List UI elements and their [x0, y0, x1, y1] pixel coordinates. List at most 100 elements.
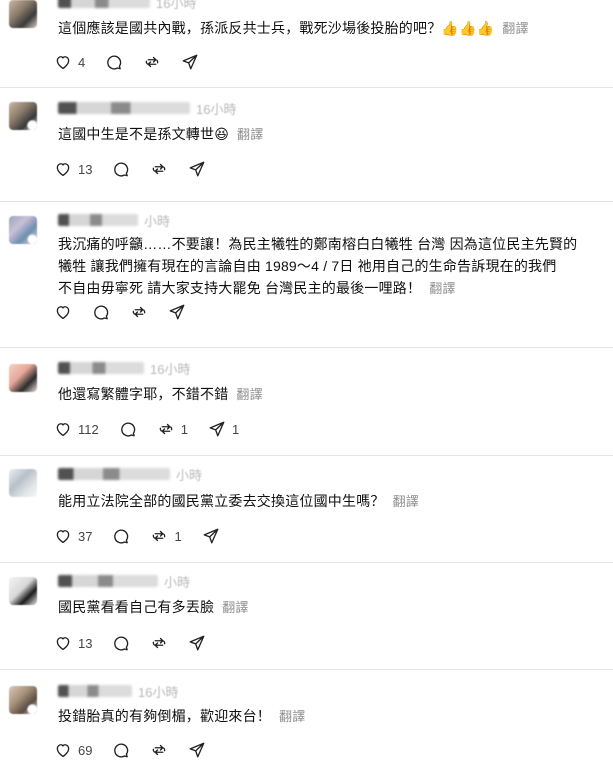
- timestamp: 小時: [176, 467, 203, 483]
- like-count: 13: [78, 635, 93, 651]
- follow-plus-icon[interactable]: [27, 234, 37, 244]
- share-button[interactable]: [202, 527, 220, 545]
- repost-count: 1: [174, 528, 182, 544]
- heart-icon: [56, 56, 70, 70]
- repost-icon: [153, 637, 166, 649]
- timestamp: 小時: [144, 213, 171, 229]
- reply-button[interactable]: [112, 527, 130, 545]
- translate-link[interactable]: 翻譯: [222, 600, 248, 615]
- action-bar: 4: [54, 51, 219, 73]
- like-count: 13: [78, 161, 93, 177]
- repost-icon: [153, 744, 166, 756]
- action-bar: 37 1: [54, 525, 240, 547]
- repost-button[interactable]: [143, 53, 161, 71]
- repost-button[interactable]: [130, 303, 148, 321]
- heart-icon: [56, 637, 70, 651]
- like-button[interactable]: 37: [54, 527, 92, 545]
- send-icon: [209, 421, 225, 437]
- username-redacted[interactable]: [58, 362, 144, 374]
- share-button[interactable]: [181, 53, 199, 71]
- timestamp: 16小時: [150, 361, 191, 377]
- like-button[interactable]: [54, 303, 72, 321]
- send-icon: [182, 54, 198, 70]
- reply-button[interactable]: [105, 53, 123, 71]
- username-redacted[interactable]: [58, 0, 150, 8]
- avatar[interactable]: [9, 216, 37, 244]
- comment-item: 小時 國民黨看看自己有多丟臉 翻譯 13: [0, 563, 613, 670]
- heart-icon: [56, 306, 70, 320]
- avatar[interactable]: [9, 102, 37, 130]
- translate-link[interactable]: 翻譯: [393, 494, 419, 509]
- repost-count: 1: [180, 421, 188, 437]
- repost-button[interactable]: [150, 741, 168, 759]
- comment-body: 投錯胎真的有夠倒楣，歡迎來台！: [58, 708, 271, 724]
- action-bar: 112 1 1: [54, 418, 259, 440]
- share-button[interactable]: [188, 741, 206, 759]
- repost-icon: [153, 163, 166, 175]
- username-redacted[interactable]: [58, 575, 158, 587]
- translate-link[interactable]: 翻譯: [237, 127, 263, 142]
- action-bar: 13: [54, 632, 226, 654]
- username-redacted[interactable]: [58, 685, 132, 697]
- like-button[interactable]: 13: [54, 634, 92, 652]
- comment-text: 國民黨看看自己有多丟臉 翻譯: [58, 596, 599, 619]
- reply-button[interactable]: [112, 634, 130, 652]
- translate-link[interactable]: 翻譯: [502, 21, 528, 36]
- comment-meta: 16小時: [58, 683, 178, 700]
- comment-icon: [94, 305, 109, 320]
- username-redacted[interactable]: [58, 468, 170, 480]
- comment-item: 16小時 這國中生是不是孫文轉世😆 翻譯 13: [0, 88, 613, 202]
- username-redacted[interactable]: [58, 102, 190, 114]
- comment-text: 投錯胎真的有夠倒楣，歡迎來台！ 翻譯: [58, 705, 599, 728]
- avatar[interactable]: [9, 0, 37, 28]
- comment-text: 能用立法院全部的國民黨立委去交換這位國中生嗎？ 翻譯: [58, 490, 599, 513]
- like-button[interactable]: 13: [54, 160, 92, 178]
- like-button[interactable]: 112: [54, 420, 99, 438]
- comment-item: 小時 能用立法院全部的國民黨立委去交換這位國中生嗎？ 翻譯 37 1: [0, 456, 613, 563]
- follow-plus-icon[interactable]: [27, 120, 37, 130]
- repost-button[interactable]: 1: [157, 420, 188, 438]
- heart-icon: [56, 423, 70, 437]
- comment-meta: 小時: [58, 466, 203, 483]
- translate-link[interactable]: 翻譯: [236, 387, 262, 402]
- reply-button[interactable]: [119, 420, 137, 438]
- comment-body: 這個應該是國共內戰，孫派反共士兵，戰死沙場後投胎的吧？👍👍👍: [58, 20, 495, 36]
- like-count: 4: [78, 54, 86, 70]
- comment-item: 小時 我沉痛的呼籲……不要讓！為民主犧牲的鄭南榕白白犧牲 台灣 因為這位民主先賢…: [0, 202, 613, 348]
- comment-meta: 16小時: [58, 0, 197, 11]
- avatar[interactable]: [9, 686, 37, 714]
- share-button[interactable]: 1: [208, 420, 239, 438]
- avatar[interactable]: [9, 577, 37, 605]
- share-button[interactable]: [168, 303, 186, 321]
- comment-meta: 小時: [58, 573, 190, 590]
- comment-icon: [120, 422, 135, 437]
- comment-body: 國民黨看看自己有多丟臉: [58, 599, 215, 615]
- send-icon: [190, 742, 205, 758]
- like-button[interactable]: 69: [54, 741, 92, 759]
- avatar[interactable]: [9, 469, 37, 497]
- translate-link[interactable]: 翻譯: [279, 709, 305, 724]
- comment-line: 犧牲 讓我們擁有現在的言論自由 1989～4 / 7日 祂用自己的生命告訴現在的…: [58, 258, 557, 274]
- like-button[interactable]: 4: [54, 53, 85, 71]
- comment-text: 我沉痛的呼籲……不要讓！為民主犧牲的鄭南榕白白犧牲 台灣 因為這位民主先賢的 犧…: [58, 233, 599, 300]
- timestamp: 16小時: [156, 0, 197, 11]
- repost-button[interactable]: 1: [150, 527, 182, 545]
- share-button[interactable]: [188, 634, 206, 652]
- heart-icon: [56, 163, 70, 177]
- reply-button[interactable]: [112, 160, 130, 178]
- like-count: 112: [78, 421, 99, 437]
- reply-button[interactable]: [112, 741, 130, 759]
- send-icon: [169, 304, 185, 320]
- username-redacted[interactable]: [58, 214, 138, 226]
- repost-icon: [153, 530, 166, 542]
- repost-button[interactable]: [150, 634, 168, 652]
- share-button[interactable]: [188, 160, 206, 178]
- repost-button[interactable]: [150, 160, 168, 178]
- comment-meta: 16小時: [58, 100, 236, 117]
- follow-plus-icon[interactable]: [27, 704, 37, 714]
- reply-button[interactable]: [92, 303, 110, 321]
- avatar[interactable]: [9, 364, 37, 392]
- repost-icon: [145, 56, 159, 68]
- comment-body: 他還寫繁體字耶，不錯不錯: [58, 386, 229, 402]
- translate-link[interactable]: 翻譯: [429, 281, 455, 296]
